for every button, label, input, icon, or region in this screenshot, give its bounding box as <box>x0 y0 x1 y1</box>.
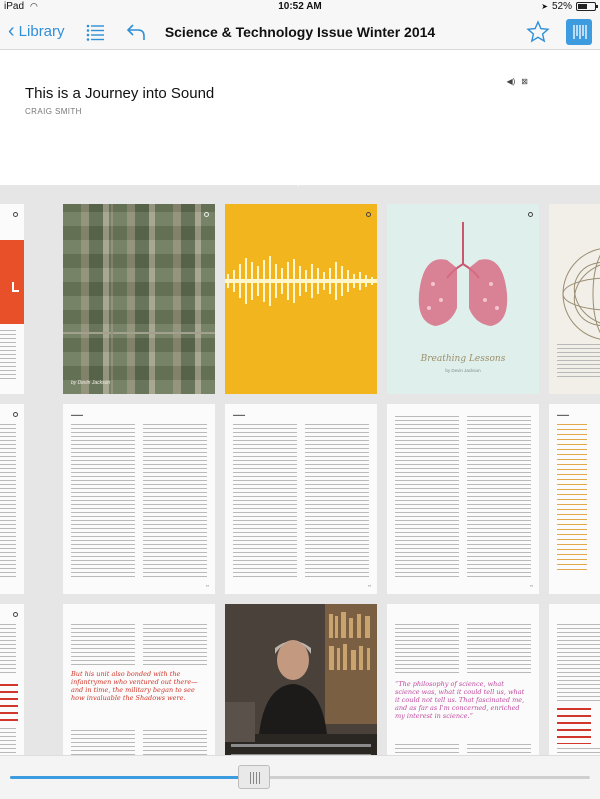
page-header: ▬▬▬ <box>71 412 83 417</box>
body-text <box>0 424 16 580</box>
scrubber-progress <box>10 776 254 779</box>
page-thumbnail[interactable]: But his unit also bonded with the infant… <box>63 604 215 755</box>
page-thumbnail[interactable] <box>0 404 24 594</box>
page-number: ▪▪ <box>368 583 371 588</box>
page-number: ▪▪ <box>530 583 533 588</box>
page-thumbnail[interactable]: “The philosophy of science, what science… <box>387 604 539 755</box>
battery-percent: 52% <box>551 1 572 12</box>
list-icon[interactable] <box>84 20 108 44</box>
article-header: ◀) ⊠ This is a Journey into Sound CRAIG … <box>0 51 600 185</box>
page-number: ▪▪ <box>206 583 209 588</box>
body-text <box>71 424 207 580</box>
pull-quote: “The philosophy of science, what science… <box>395 680 525 720</box>
audio-controls: ◀) ⊠ <box>506 77 528 86</box>
soundwave-cover-art <box>225 256 377 306</box>
page-byline: by Devin Jackson <box>71 380 111 386</box>
body-text <box>0 728 16 755</box>
page-marker-icon <box>13 412 18 417</box>
body-text <box>557 748 600 755</box>
status-bar: iPad ◠ 10:52 AM ➤ 52% <box>0 0 600 14</box>
page-thumbnail[interactable] <box>225 204 377 394</box>
body-text <box>395 624 531 676</box>
nav-bar: ‹ Library Science & Technology Issue Win… <box>0 14 600 50</box>
cover-title: Breathing Lessons <box>420 354 506 364</box>
page-thumbnail[interactable]: ▬▬▬ ▪▪ <box>63 404 215 594</box>
page-header: ▬▬▬ <box>557 412 569 417</box>
page-thumbnail-grid[interactable]: by Devin Jackson ▬▬▬ ▪▪ But his unit als… <box>0 185 600 755</box>
body-text <box>395 744 531 755</box>
header-pointer <box>289 178 307 186</box>
page-thumbnail[interactable] <box>0 604 24 755</box>
page-thumbnail[interactable] <box>549 604 600 755</box>
grid-view-icon <box>573 25 587 39</box>
body-text <box>71 624 207 666</box>
lungs-illustration <box>418 222 508 326</box>
page-thumbnail[interactable] <box>549 204 600 394</box>
page-thumbnail[interactable]: Breathing Lessons by Devin Jackson <box>387 204 539 394</box>
page-marker-icon <box>13 212 18 217</box>
issue-title: Science & Technology Issue Winter 2014 <box>164 24 436 40</box>
orange-cover-art <box>0 240 24 324</box>
chevron-left-icon: ‹ <box>8 20 15 42</box>
red-pull-quote <box>0 684 18 724</box>
body-text <box>233 424 369 580</box>
musician-studio-photo <box>225 604 377 755</box>
red-pull-quote <box>557 708 591 744</box>
page-header: ▬▬▬ <box>233 412 245 417</box>
page-thumbnail[interactable] <box>225 604 377 755</box>
body-text <box>71 730 207 755</box>
page-scrubber[interactable] <box>0 755 600 799</box>
page-thumbnail[interactable]: ▬▬▬ <box>549 404 600 594</box>
stop-icon[interactable]: ⊠ <box>521 77 528 86</box>
page-thumbnail[interactable]: ▬▬▬ ▪▪ <box>225 404 377 594</box>
page-thumbnail[interactable]: ▪▪ <box>387 404 539 594</box>
body-text <box>0 624 16 674</box>
article-title[interactable]: This is a Journey into Sound <box>25 85 214 102</box>
page-thumbnail[interactable] <box>0 204 24 394</box>
thumbnail-grid-button[interactable] <box>566 19 592 45</box>
status-clock: 10:52 AM <box>278 1 322 12</box>
back-label: Library <box>18 22 65 40</box>
article-author: CRAIG SMITH <box>25 107 82 116</box>
cover-byline: by Devin Jackson <box>445 368 481 373</box>
page-marker-icon <box>13 612 18 617</box>
scrubber-handle[interactable] <box>237 765 270 789</box>
body-text <box>0 330 16 380</box>
library-back-button[interactable]: ‹ Library <box>8 20 65 42</box>
grip-icon <box>249 772 260 784</box>
body-text <box>557 344 600 380</box>
undo-icon[interactable] <box>124 20 148 44</box>
scrubber-track[interactable] <box>10 776 590 779</box>
speaker-icon[interactable]: ◀) <box>506 77 515 86</box>
page-marker-icon <box>528 212 533 217</box>
body-text <box>395 416 531 580</box>
pull-quote: But his unit also bonded with the infant… <box>71 670 198 702</box>
battery-icon <box>576 2 598 11</box>
page-thumbnail[interactable]: by Devin Jackson <box>63 204 215 394</box>
page-marker-icon <box>366 212 371 217</box>
table-lines <box>557 424 587 574</box>
location-icon: ➤ <box>541 2 548 11</box>
page-marker-icon <box>204 212 209 217</box>
body-text <box>557 624 600 704</box>
star-icon[interactable] <box>526 20 550 44</box>
